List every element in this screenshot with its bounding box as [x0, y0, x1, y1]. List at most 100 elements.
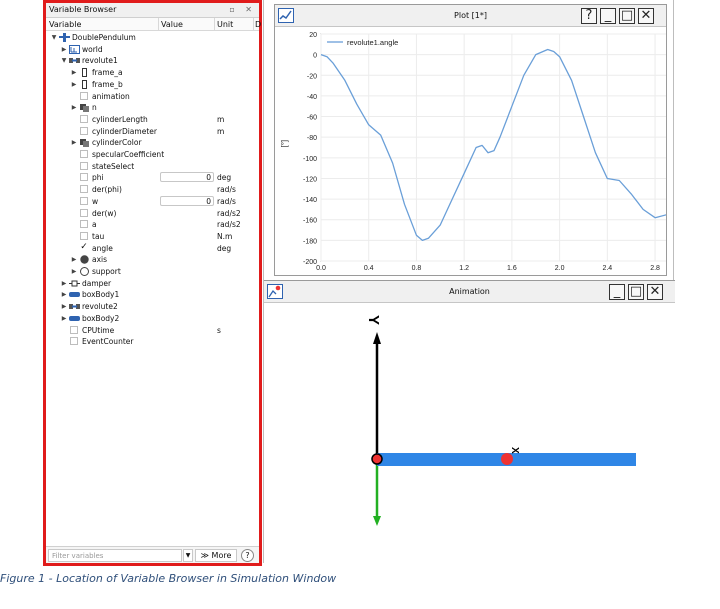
- tree-row-label: der(w): [92, 208, 117, 218]
- tree-row-cputime[interactable]: CPUtime s: [46, 325, 259, 336]
- expanded-arrow-icon[interactable]: ▼: [50, 32, 58, 43]
- tree-row-label: CPUtime: [82, 325, 115, 335]
- anim-minimize-button[interactable]: _: [609, 284, 625, 300]
- tree-row-doublependulum[interactable]: ▼ DoublePendulum: [46, 32, 259, 43]
- plot-chart[interactable]: 200-20-40-60-80-100-120-140-160-180-2000…: [275, 28, 666, 275]
- tree-row-world[interactable]: ▶ world: [46, 44, 259, 55]
- tree-row-cylinderlength[interactable]: cylinderLength m: [46, 114, 259, 125]
- y-tick-label: 20: [309, 32, 317, 39]
- tree-row-phi[interactable]: phi 0 deg: [46, 172, 259, 183]
- tree-row-stateselect[interactable]: stateSelect: [46, 161, 259, 172]
- tree-row-der-phi-[interactable]: der(phi) rad/s: [46, 184, 259, 195]
- tree-row-eventcounter[interactable]: EventCounter: [46, 336, 259, 347]
- tree-row-axis[interactable]: ▶ axis: [46, 254, 259, 265]
- y-axis-arrowhead: [373, 332, 381, 344]
- tree-row-label: stateSelect: [92, 161, 135, 171]
- tree-row-cylinderdiameter[interactable]: cylinderDiameter m: [46, 126, 259, 137]
- collapsed-arrow-icon[interactable]: ▶: [60, 313, 68, 324]
- anim-close-button[interactable]: ✕: [647, 284, 663, 300]
- tree-row-boxbody1[interactable]: ▶ boxBody1: [46, 289, 259, 300]
- tree-row-frame-b[interactable]: ▶ frame_b: [46, 79, 259, 90]
- x-tick-label: 0.0: [316, 265, 326, 272]
- tree-row-damper[interactable]: ▶ damper: [46, 278, 259, 289]
- maximize-button[interactable]: □: [619, 8, 635, 24]
- more-button[interactable]: ≫ More: [195, 549, 237, 562]
- checkbox[interactable]: [80, 150, 88, 158]
- collapsed-arrow-icon[interactable]: ▶: [60, 44, 68, 55]
- value-field[interactable]: 0: [160, 172, 214, 183]
- checkbox[interactable]: [80, 173, 88, 182]
- animation-window-titlebar[interactable]: Animation _ □ ✕: [264, 281, 675, 303]
- collapsed-arrow-icon[interactable]: ▶: [60, 301, 68, 312]
- body-icon: [69, 290, 80, 299]
- column-header-extra[interactable]: D: [255, 20, 261, 29]
- collapsed-arrow-icon[interactable]: ▶: [70, 79, 78, 90]
- revolute-joint: [371, 453, 383, 465]
- checkbox[interactable]: [70, 337, 78, 346]
- collapsed-arrow-icon[interactable]: ▶: [60, 278, 68, 289]
- tree-row-label: revolute1: [82, 56, 118, 66]
- checkbox[interactable]: [80, 220, 88, 229]
- collapsed-arrow-icon[interactable]: ▶: [70, 137, 78, 148]
- tree-row-der-w-[interactable]: der(w) rad/s2: [46, 208, 259, 219]
- tree-row-animation[interactable]: animation: [46, 91, 259, 102]
- collapsed-arrow-icon[interactable]: ▶: [60, 289, 68, 300]
- checkbox[interactable]: [80, 196, 88, 205]
- checked-checkbox[interactable]: ✓: [80, 242, 88, 252]
- tree-row-frame-a[interactable]: ▶ frame_a: [46, 67, 259, 78]
- tree-row-revolute1[interactable]: ▼ revolute1: [46, 55, 259, 66]
- tree-row-label: phi: [92, 173, 104, 183]
- component-icon: [79, 138, 90, 148]
- animation-viewport[interactable]: Y X: [264, 304, 675, 564]
- filter-variables-input[interactable]: Filter variables: [48, 549, 182, 562]
- dock-close-icons[interactable]: ▫ ✕: [229, 5, 256, 14]
- tree-row-label: damper: [82, 278, 112, 288]
- collapsed-arrow-icon[interactable]: ▶: [70, 67, 78, 78]
- expanded-arrow-icon[interactable]: ▼: [60, 55, 68, 66]
- value-field[interactable]: 0: [160, 195, 214, 206]
- tree-row-label: angle: [92, 243, 113, 253]
- close-button[interactable]: ✕: [638, 8, 654, 24]
- unit-label: m: [217, 126, 225, 136]
- tree-row-n[interactable]: ▶ n: [46, 102, 259, 113]
- column-header-unit[interactable]: Unit: [217, 20, 233, 29]
- checkbox[interactable]: [80, 126, 88, 135]
- anim-maximize-button[interactable]: □: [628, 284, 644, 300]
- plot-window-titlebar[interactable]: Plot [1*] ? _ □ ✕: [275, 5, 666, 27]
- checkbox[interactable]: [80, 185, 88, 194]
- damper-icon: [69, 279, 80, 288]
- y-tick-label: -140: [303, 197, 317, 204]
- help-window-button[interactable]: ?: [581, 8, 597, 24]
- tree-row-label: w: [92, 196, 99, 206]
- body-icon: [69, 314, 80, 323]
- collapsed-arrow-icon[interactable]: ▶: [70, 102, 78, 113]
- checkbox[interactable]: [80, 161, 88, 170]
- checkbox[interactable]: [80, 91, 88, 100]
- checkbox[interactable]: [80, 208, 88, 217]
- tree-row-boxbody2[interactable]: ▶ boxBody2: [46, 313, 259, 324]
- checkbox[interactable]: [80, 114, 88, 123]
- minimize-button[interactable]: _: [600, 8, 616, 24]
- filter-dropdown-icon[interactable]: ▼: [183, 549, 193, 562]
- collapsed-arrow-icon[interactable]: ▶: [70, 266, 78, 277]
- checkbox[interactable]: [80, 231, 88, 240]
- collapsed-arrow-icon[interactable]: ▶: [70, 254, 78, 265]
- tree-row-label: frame_a: [92, 68, 123, 78]
- tree-row-a[interactable]: a rad/s2: [46, 219, 259, 230]
- component-icon: [79, 103, 90, 113]
- checkbox[interactable]: [70, 325, 78, 334]
- unit-label: rad/s: [217, 196, 236, 206]
- column-header-value[interactable]: Value: [161, 20, 183, 29]
- help-button[interactable]: ?: [241, 549, 254, 562]
- support-icon: [79, 267, 90, 276]
- tree-row-support[interactable]: ▶ support: [46, 266, 259, 277]
- tree-row-specularcoefficient[interactable]: specularCoefficient: [46, 149, 259, 160]
- tree-row-w[interactable]: w 0 rad/s: [46, 195, 259, 207]
- tree-row-cylindercolor[interactable]: ▶ cylinderColor: [46, 137, 259, 148]
- tree-row-revolute2[interactable]: ▶ revolute2: [46, 301, 259, 312]
- tree-row-label: revolute2: [82, 302, 118, 312]
- column-header-variable[interactable]: Variable: [49, 20, 81, 29]
- tree-row-angle[interactable]: ✓ angle deg: [46, 242, 259, 254]
- tree-row-tau[interactable]: tau N.m: [46, 231, 259, 242]
- animation-window: Animation _ □ ✕ Y X: [264, 280, 675, 563]
